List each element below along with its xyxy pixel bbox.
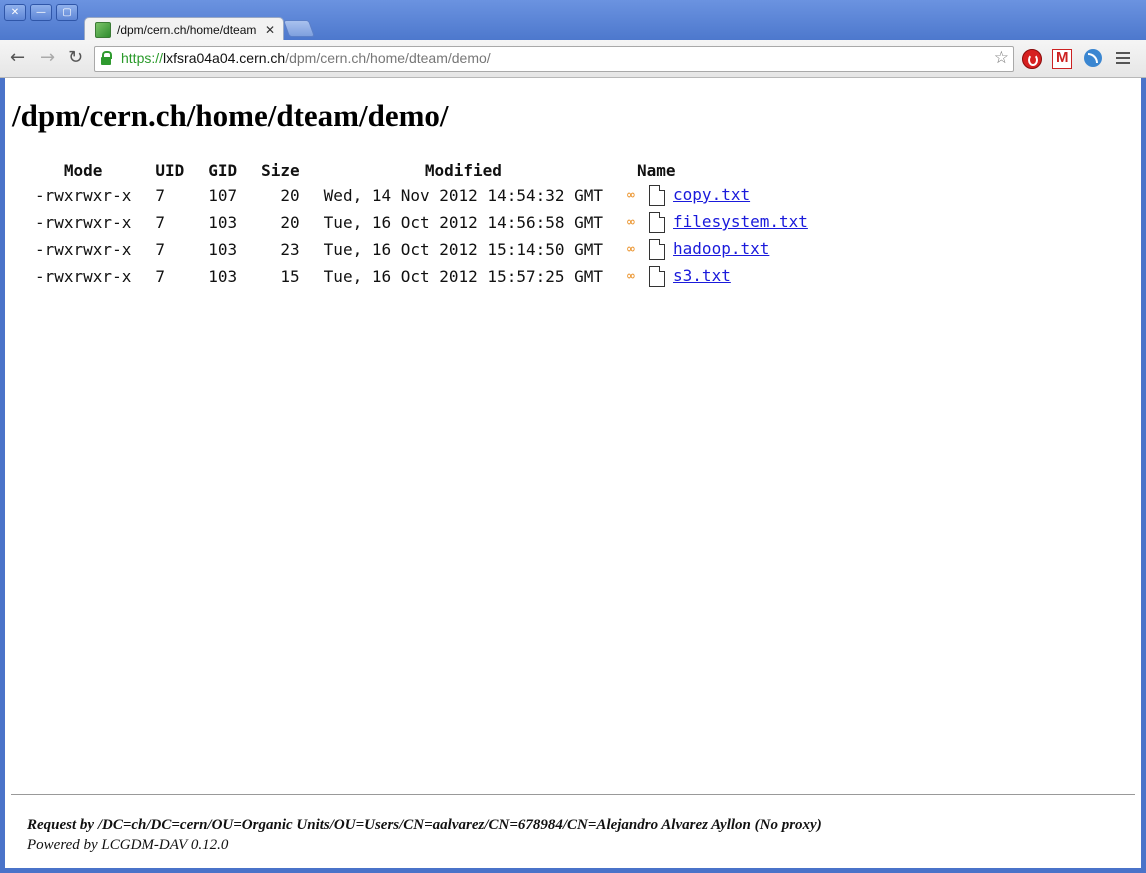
url-scheme: https:// — [121, 50, 164, 66]
browser-tab[interactable]: /dpm/cern.ch/home/dteam ✕ — [84, 17, 284, 42]
row-size: 23 — [280, 240, 300, 259]
row-gid: 107 — [208, 186, 238, 205]
lock-icon — [101, 51, 112, 65]
table-row: -rwxrwxr-x 7 107 20 Wed, 14 Nov 2012 14:… — [23, 182, 820, 209]
column-header-size: Size — [261, 160, 300, 180]
column-header-mode: Mode — [63, 160, 103, 180]
bookmark-star-icon[interactable]: ☆ — [994, 48, 1009, 68]
row-size: 15 — [280, 267, 300, 286]
page-title: /dpm/cern.ch/home/dteam/demo/ — [12, 98, 449, 133]
row-size: 20 — [280, 213, 300, 232]
row-name-cell: ∞ filesystem.txt — [615, 209, 820, 236]
row-modified: Tue, 16 Oct 2012 15:57:25 GMT — [323, 267, 604, 286]
footer-divider — [11, 794, 1135, 795]
table-row: -rwxrwxr-x 7 103 20 Tue, 16 Oct 2012 14:… — [23, 209, 820, 236]
footer-request-info: Request by /DC=ch/DC=cern/OU=Organic Uni… — [27, 817, 822, 833]
column-header-modified: Modified — [424, 160, 502, 180]
back-arrow-icon[interactable]: ← — [10, 48, 25, 68]
address-bar[interactable]: https://lxfsra04a04.cern.ch/dpm/cern.ch/… — [94, 46, 1014, 72]
forward-arrow-icon[interactable]: → — [40, 48, 55, 68]
file-link[interactable]: filesystem.txt — [673, 212, 808, 231]
row-gid: 103 — [208, 213, 238, 232]
tab-close-button[interactable]: ✕ — [265, 23, 275, 37]
row-name-cell: ∞ s3.txt — [615, 263, 820, 290]
column-header-name: Name — [615, 158, 820, 182]
link-icon[interactable]: ∞ — [627, 242, 645, 257]
row-gid: 103 — [208, 240, 238, 259]
row-uid: 7 — [155, 186, 165, 205]
file-link[interactable]: copy.txt — [673, 185, 750, 204]
file-icon — [649, 185, 666, 206]
tab-title: /dpm/cern.ch/home/dteam — [117, 23, 257, 37]
table-row: -rwxrwxr-x 7 103 15 Tue, 16 Oct 2012 15:… — [23, 263, 820, 290]
row-modified: Wed, 14 Nov 2012 14:54:32 GMT — [323, 186, 604, 205]
row-gid: 103 — [208, 267, 238, 286]
url-text[interactable]: https://lxfsra04a04.cern.ch/dpm/cern.ch/… — [121, 50, 491, 66]
link-icon[interactable]: ∞ — [627, 215, 645, 230]
row-size: 20 — [280, 186, 300, 205]
row-mode: -rwxrwxr-x — [35, 186, 132, 205]
url-path: /dpm/cern.ch/home/dteam/demo/ — [285, 50, 491, 66]
table-header-row: Mode UID GID Size Modified Name — [23, 158, 820, 182]
adblock-extension-icon[interactable] — [1022, 49, 1042, 69]
file-icon — [649, 266, 666, 287]
file-icon — [649, 239, 666, 260]
footer-powered-by: Powered by LCGDM-DAV 0.12.0 — [27, 837, 229, 853]
browser-menu-icon[interactable] — [1116, 52, 1130, 67]
file-icon — [649, 212, 666, 233]
favicon-icon — [95, 22, 111, 38]
browser-toolbar: ← → ↻ https://lxfsra04a04.cern.ch/dpm/ce… — [0, 40, 1146, 78]
window-controls: ✕ — ▢ — [4, 4, 78, 21]
row-mode: -rwxrwxr-x — [35, 240, 132, 259]
reload-icon[interactable]: ↻ — [68, 48, 83, 68]
feed-extension-icon[interactable] — [1084, 49, 1102, 67]
row-uid: 7 — [155, 240, 165, 259]
maximize-window-button[interactable]: ▢ — [56, 4, 78, 21]
directory-listing-table: Mode UID GID Size Modified Name -rwxrwxr… — [23, 158, 820, 290]
link-icon[interactable]: ∞ — [627, 188, 645, 203]
column-header-uid: UID — [155, 160, 185, 180]
table-row: -rwxrwxr-x 7 103 23 Tue, 16 Oct 2012 15:… — [23, 236, 820, 263]
row-uid: 7 — [155, 213, 165, 232]
column-header-name-label: Name — [637, 160, 676, 180]
row-uid: 7 — [155, 267, 165, 286]
file-link[interactable]: s3.txt — [673, 266, 731, 285]
window-titlebar: ✕ — ▢ /dpm/cern.ch/home/dteam ✕ — [0, 0, 1146, 42]
row-name-cell: ∞ copy.txt — [615, 182, 820, 209]
close-window-button[interactable]: ✕ — [4, 4, 26, 21]
row-modified: Tue, 16 Oct 2012 14:56:58 GMT — [323, 213, 604, 232]
page-content: /dpm/cern.ch/home/dteam/demo/ Mode UID G… — [5, 78, 1141, 868]
row-mode: -rwxrwxr-x — [35, 267, 132, 286]
row-modified: Tue, 16 Oct 2012 15:14:50 GMT — [323, 240, 604, 259]
file-link[interactable]: hadoop.txt — [673, 239, 769, 258]
new-tab-button[interactable] — [282, 20, 316, 37]
link-icon[interactable]: ∞ — [627, 269, 645, 284]
url-host: lxfsra04a04.cern.ch — [163, 50, 286, 66]
row-mode: -rwxrwxr-x — [35, 213, 132, 232]
row-name-cell: ∞ hadoop.txt — [615, 236, 820, 263]
gmail-extension-icon[interactable] — [1052, 49, 1072, 69]
column-header-gid: GID — [208, 160, 238, 180]
minimize-window-button[interactable]: — — [30, 4, 52, 21]
page-footer: Request by /DC=ch/DC=cern/OU=Organic Uni… — [27, 815, 822, 855]
